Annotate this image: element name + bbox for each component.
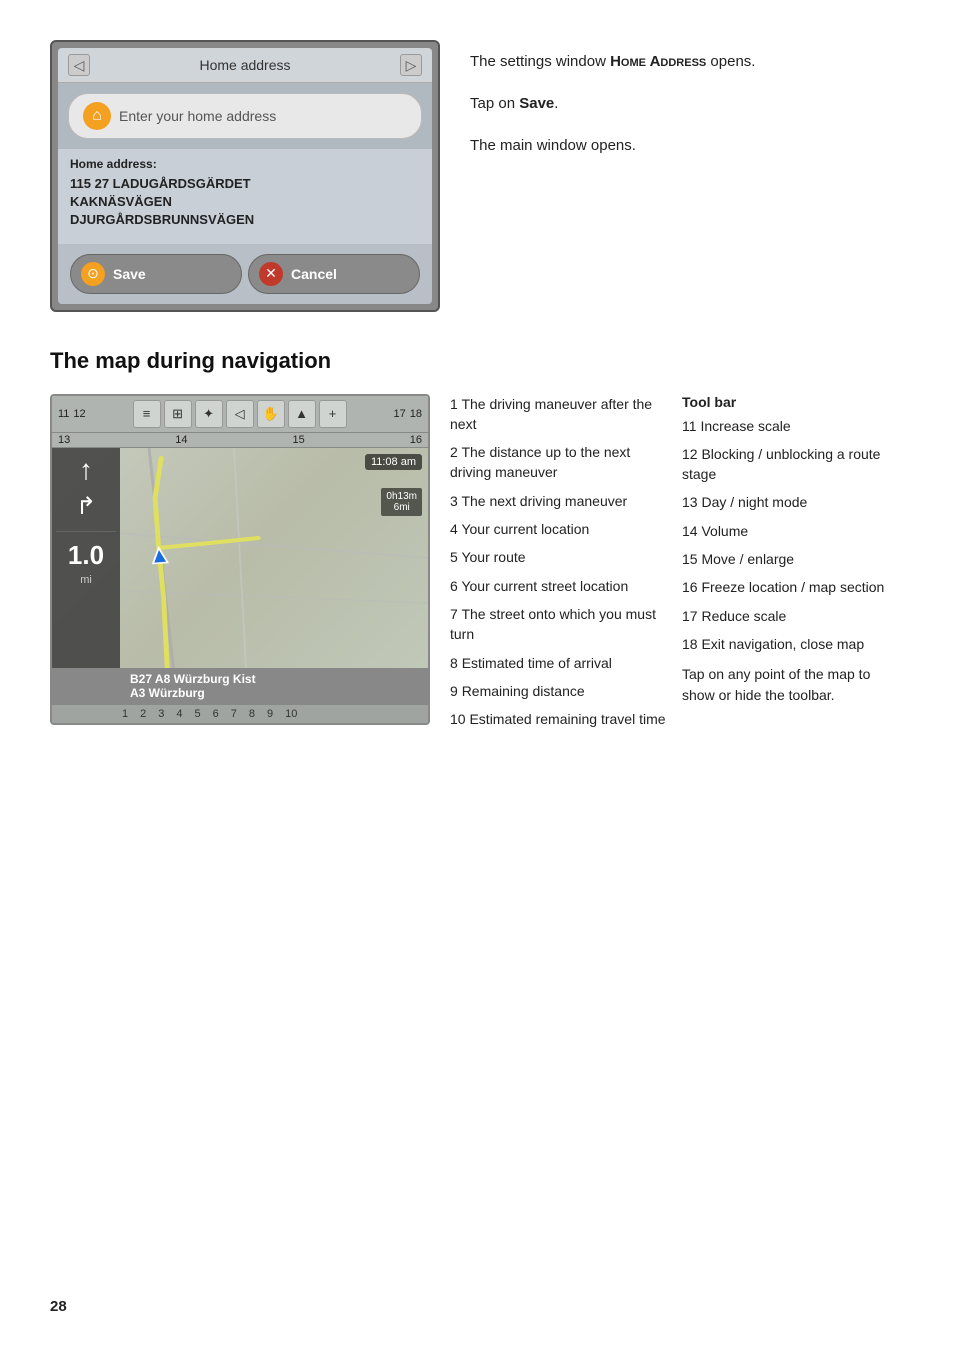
map-mockup: 11 12 ≡ ⊞ ✦ ◁ ✋ ▲ + 17 18	[50, 394, 430, 725]
map-num-8: 8	[249, 708, 255, 720]
map-number-strip: 1 2 3 4 5 6 7 8 9 10	[52, 704, 428, 723]
map-num-10: 10	[285, 708, 297, 720]
desc-item-15: 15 Move / enlarge	[682, 549, 904, 569]
desc-col-left: 1 The driving maneuver after the next 2 …	[450, 394, 672, 738]
desc-item-10: 10 Estimated remaining travel time	[450, 709, 672, 729]
description-para-1: The settings window Home Address opens.	[470, 50, 904, 74]
toolbar-icon-star[interactable]: ✦	[195, 400, 223, 428]
address-input-bar[interactable]: ⌂ Enter your home address	[68, 93, 422, 139]
tap-note: Tap on any point of the map to show or h…	[682, 664, 904, 705]
page-number: 28	[50, 1298, 67, 1315]
toolbar-icon-back[interactable]: ◁	[226, 400, 254, 428]
map-num-5: 5	[195, 708, 201, 720]
street-info: B27 A8 Würzburg Kist A3 Würzburg	[130, 672, 420, 700]
label-13: 13	[58, 434, 70, 446]
map-container: 11 12 ≡ ⊞ ✦ ◁ ✋ ▲ + 17 18	[50, 394, 430, 738]
description-para-2: Tap on Save.	[470, 92, 904, 116]
toolbar-num-17: 17	[393, 408, 405, 420]
map-toolbar: 11 12 ≡ ⊞ ✦ ◁ ✋ ▲ + 17 18	[52, 396, 428, 433]
toolbar-icon-hamburger[interactable]: ≡	[133, 400, 161, 428]
device-buttons: ⊙ Save ✕ Cancel	[58, 244, 432, 304]
map-area: ↑ ↱ 1.0 mi 11:08 am 0h13m 6mi	[52, 448, 428, 668]
label-16: 16	[410, 434, 422, 446]
cancel-icon: ✕	[259, 262, 283, 286]
desc-item-4: 4 Your current location	[450, 519, 672, 539]
desc-item-7: 7 The street onto which you must turn	[450, 604, 672, 645]
map-num-7: 7	[231, 708, 237, 720]
eta-dist: 6mi	[386, 502, 417, 513]
desc-item-18: 18 Exit navigation, close map	[682, 634, 904, 654]
eta-time: 0h13m	[386, 491, 417, 502]
address-input-placeholder: Enter your home address	[119, 108, 276, 124]
maneuver-arrow-2: ↱	[76, 492, 96, 521]
device-mockup: ◁ Home address ▷ ⌂ Enter your home addre…	[50, 40, 440, 312]
save-text: Save	[519, 95, 554, 112]
map-num-2: 2	[140, 708, 146, 720]
toolbar-num-12: 12	[73, 408, 85, 420]
distance-unit: mi	[80, 574, 92, 586]
map-num-3: 3	[158, 708, 164, 720]
toolbar-numbers-right: 17 18	[393, 408, 422, 420]
map-num-6: 6	[213, 708, 219, 720]
toolbar-num-11: 11	[58, 408, 69, 420]
desc-item-16: 16 Freeze location / map section	[682, 577, 904, 597]
desc-item-1: 1 The driving maneuver after the next	[450, 394, 672, 435]
map-left-panel: ↑ ↱ 1.0 mi	[52, 448, 120, 668]
distance-value: 1.0	[68, 542, 104, 568]
maneuver-arrow-1: ↑	[79, 454, 93, 486]
toolbar-num-18: 18	[410, 408, 422, 420]
desc-item-14: 14 Volume	[682, 521, 904, 541]
nav-forward-button[interactable]: ▷	[400, 54, 422, 76]
nav-back-button[interactable]: ◁	[68, 54, 90, 76]
desc-item-3: 3 The next driving maneuver	[450, 491, 672, 511]
address-info: Home address: 115 27 LADUGÅRDSGÄRDET KAK…	[58, 149, 432, 244]
eta-box: 0h13m 6mi	[381, 488, 422, 516]
home-icon: ⌂	[83, 102, 111, 130]
toolbar-icon-up[interactable]: ▲	[288, 400, 316, 428]
nav-bar: ◁ Home address ▷	[58, 48, 432, 83]
toolbar-icon-plus[interactable]: +	[319, 400, 347, 428]
map-info-bar: B27 A8 Würzburg Kist A3 Würzburg	[52, 668, 428, 704]
map-num-1: 1	[122, 708, 128, 720]
street-name-1: B27 A8 Würzburg Kist	[130, 672, 420, 686]
toolbar-section-title: Tool bar	[682, 394, 904, 410]
toolbar-icons-row: ≡ ⊞ ✦ ◁ ✋ ▲ +	[133, 400, 347, 428]
toolbar-numbers: 11 12	[58, 408, 86, 420]
label-15: 15	[293, 434, 305, 446]
save-label: Save	[113, 266, 146, 282]
map-num-9: 9	[267, 708, 273, 720]
desc-column: 1 The driving maneuver after the next 2 …	[450, 394, 904, 738]
desc-item-6: 6 Your current street location	[450, 576, 672, 596]
cancel-label: Cancel	[291, 266, 337, 282]
desc-item-2: 2 The distance up to the next driving ma…	[450, 442, 672, 483]
toolbar-icon-grid[interactable]: ⊞	[164, 400, 192, 428]
toolbar-icon-hand[interactable]: ✋	[257, 400, 285, 428]
label-14: 14	[175, 434, 187, 446]
address-value: 115 27 LADUGÅRDSGÄRDET KAKNÄSVÄGEN DJURG…	[70, 175, 420, 230]
toolbar-label-row: 13 14 15 16	[52, 433, 428, 448]
address-label: Home address:	[70, 157, 420, 171]
desc-item-12: 12 Blocking / unblocking a route stage	[682, 444, 904, 485]
brand-text: Home Address	[610, 53, 706, 70]
description-para-3: The main window opens.	[470, 134, 904, 158]
nav-title: Home address	[199, 57, 290, 73]
save-icon: ⊙	[81, 262, 105, 286]
top-section: ◁ Home address ▷ ⌂ Enter your home addre…	[50, 40, 904, 312]
section-heading: The map during navigation	[50, 348, 904, 374]
street-name-2: A3 Würzburg	[130, 686, 420, 700]
desc-item-17: 17 Reduce scale	[682, 606, 904, 626]
bottom-section: 11 12 ≡ ⊞ ✦ ◁ ✋ ▲ + 17 18	[50, 394, 904, 738]
desc-item-13: 13 Day / night mode	[682, 492, 904, 512]
save-button[interactable]: ⊙ Save	[70, 254, 242, 294]
desc-item-9: 9 Remaining distance	[450, 681, 672, 701]
desc-item-5: 5 Your route	[450, 547, 672, 567]
map-num-4: 4	[176, 708, 182, 720]
desc-col-right: Tool bar 11 Increase scale 12 Blocking /…	[682, 394, 904, 738]
desc-item-8: 8 Estimated time of arrival	[450, 653, 672, 673]
top-description: The settings window Home Address opens. …	[470, 40, 904, 312]
desc-item-11: 11 Increase scale	[682, 416, 904, 436]
cancel-button[interactable]: ✕ Cancel	[248, 254, 420, 294]
time-display: 11:08 am	[365, 454, 422, 470]
